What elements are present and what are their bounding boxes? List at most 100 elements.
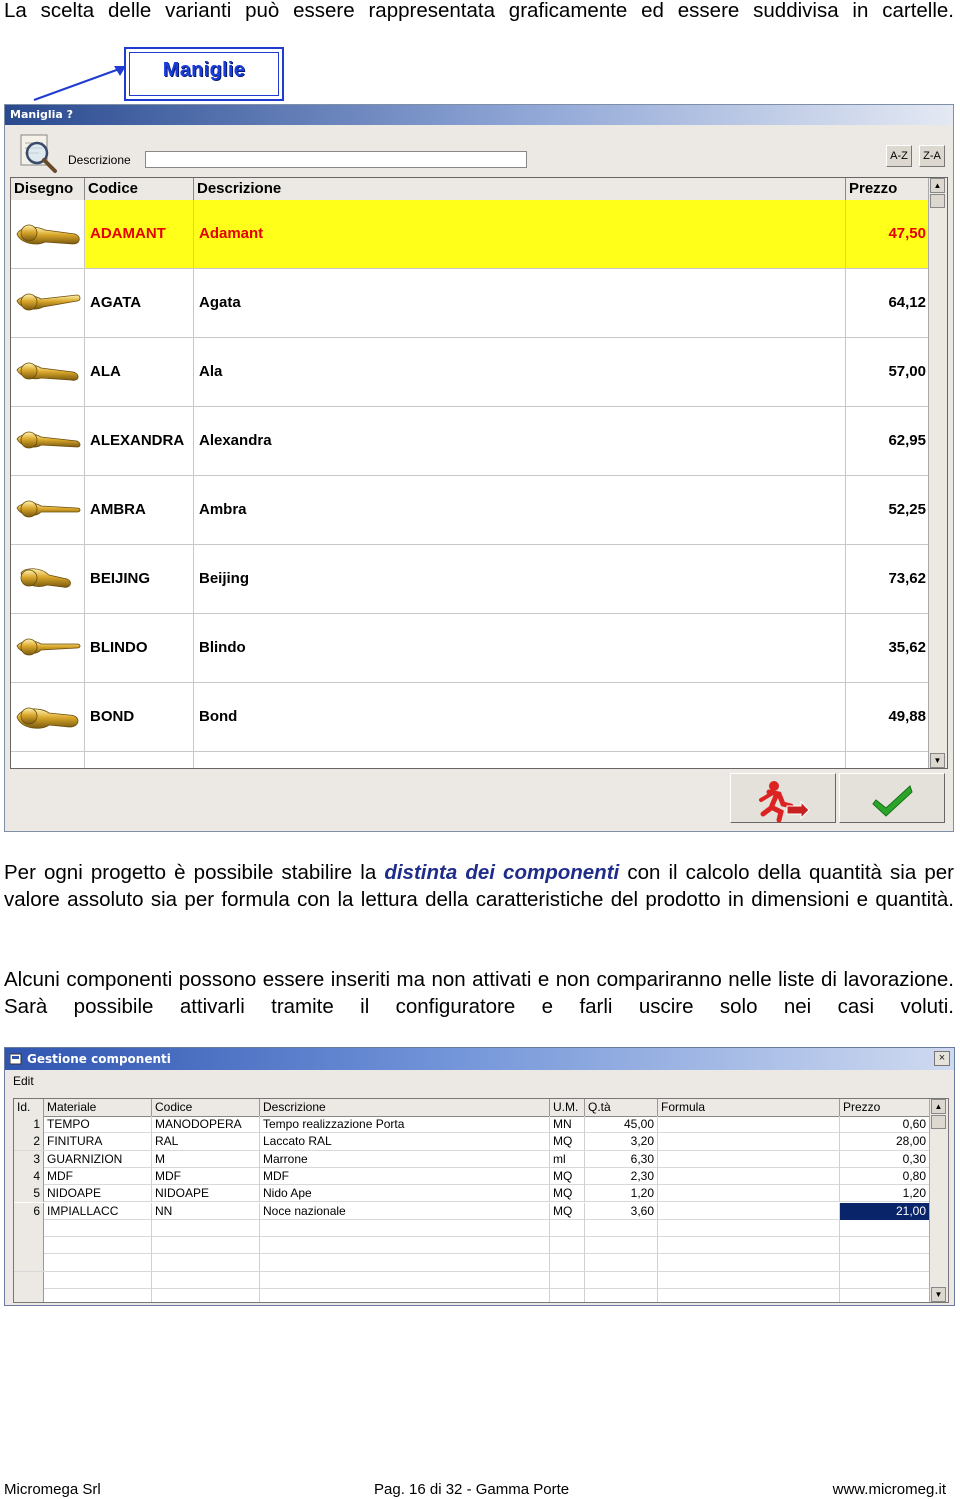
cell-descrizione: Nido Ape — [260, 1185, 550, 1203]
table-row[interactable]: 4 MDF MDF MDF MQ 2,30 0,80 — [14, 1167, 930, 1186]
cell-codice: MANODOPERA — [152, 1116, 260, 1133]
scroll-up-icon[interactable]: ▲ — [931, 1099, 946, 1114]
cell-descrizione: Tempo realizzazione Porta — [260, 1116, 550, 1133]
table-row[interactable]: 6 IMPIALLACC NN Noce nazionale MQ 3,60 21,00 — [14, 1202, 930, 1220]
paragraph-distinta: Per ogni progetto è possibile stabilire … — [4, 859, 954, 940]
cell-qta: 6,30 — [585, 1150, 658, 1168]
sort-az-button[interactable]: A-Z — [886, 145, 912, 167]
cell-descrizione: Laccato RAL — [260, 1133, 550, 1151]
cell-qta: 3,20 — [585, 1133, 658, 1151]
handle-image — [11, 407, 85, 475]
cell-qta: 2,30 — [585, 1167, 658, 1185]
cell-um — [550, 1289, 585, 1302]
sort-za-button[interactable]: Z-A — [919, 145, 945, 167]
footer-page: Pag. 16 di 32 - Gamma Porte — [374, 1481, 570, 1498]
cell-um: MQ — [550, 1167, 585, 1185]
col-disegno[interactable]: Disegno — [11, 178, 85, 200]
cell-codice: BLINDO — [85, 614, 194, 682]
table-row[interactable]: 5 NIDOAPE NIDOAPE Nido Ape MQ 1,20 1,20 — [14, 1185, 930, 1203]
col-descrizione[interactable]: Descrizione — [260, 1099, 550, 1116]
cell-prezzo: 73,62 — [888, 570, 926, 587]
handle-image — [11, 683, 85, 751]
scroll-up-icon[interactable]: ▲ — [930, 178, 945, 193]
col-codice[interactable]: Codice — [152, 1099, 260, 1116]
cell-materiale: NIDOAPE — [44, 1185, 152, 1203]
empty-row — [14, 1219, 930, 1238]
cell-materiale: GUARNIZION — [44, 1150, 152, 1168]
scroll-thumb[interactable] — [931, 1115, 946, 1129]
scroll-down-icon[interactable]: ▼ — [931, 1287, 946, 1302]
col-formula[interactable]: Formula — [658, 1099, 840, 1116]
col-qta[interactable]: Q.tà — [585, 1099, 658, 1116]
table-row[interactable]: 3 GUARNIZION M Marrone ml 6,30 0,30 — [14, 1150, 930, 1168]
callout-arrow — [33, 66, 126, 101]
handle-image — [11, 614, 85, 682]
description-label: Descrizione — [68, 153, 131, 167]
col-id[interactable]: Id. — [14, 1099, 44, 1116]
scroll-down-icon[interactable]: ▼ — [930, 753, 945, 768]
col-prezzo[interactable]: Prezzo — [846, 178, 929, 200]
cell-descrizione — [260, 1271, 550, 1289]
cell-formula — [658, 1271, 840, 1289]
cell-materiale: FINITURA — [44, 1133, 152, 1151]
cell-codice — [152, 1289, 260, 1302]
cell-descrizione: Ambra — [194, 476, 846, 544]
handle-image — [11, 200, 85, 268]
cell-descrizione: Noce nazionale — [260, 1202, 550, 1220]
cell-codice: AMBRA — [85, 476, 194, 544]
empty-row — [14, 1271, 930, 1289]
cell-um — [550, 1254, 585, 1272]
exit-button[interactable] — [730, 773, 836, 823]
table-row[interactable]: AGATA Agata 64,12 — [11, 269, 929, 338]
col-um[interactable]: U.M. — [550, 1099, 585, 1116]
col-codice[interactable]: Codice — [85, 178, 194, 200]
maniglia-grid: Disegno Codice Descrizione Prezzo ADAMAN… — [10, 177, 948, 769]
table-row[interactable]: BLINDO Blindo 35,62 — [11, 614, 929, 683]
scroll-thumb[interactable] — [930, 194, 945, 208]
table-row[interactable]: BOND Bond 49,88 — [11, 683, 929, 752]
confirm-button[interactable] — [839, 773, 945, 823]
cell-id: 4 — [14, 1167, 44, 1185]
table-row[interactable]: ALEXANDRA Alexandra 62,95 — [11, 407, 929, 476]
table-row[interactable]: ALA Ala 57,00 — [11, 338, 929, 407]
cell-prezzo: 35,62 — [888, 639, 926, 656]
table-row[interactable]: ADAMANT Adamant 47,50 — [11, 200, 929, 269]
handle-image — [11, 338, 85, 406]
cell-prezzo — [840, 1289, 930, 1302]
cell-qta: 1,20 — [585, 1185, 658, 1203]
vertical-scrollbar[interactable]: ▲ ▼ — [929, 1099, 948, 1302]
cell-codice: BOND — [85, 683, 194, 751]
cell-id: 5 — [14, 1185, 44, 1203]
table-row[interactable]: BEIJING Beijing 73,62 — [11, 545, 929, 614]
paragraph-distinta-before: Per ogni progetto è possibile stabilire … — [4, 861, 385, 884]
grid-header: Id. Materiale Codice Descrizione U.M. Q.… — [14, 1099, 930, 1117]
col-descrizione[interactable]: Descrizione — [194, 178, 846, 200]
menu-edit[interactable]: Edit — [13, 1074, 34, 1088]
table-row[interactable]: 1 TEMPO MANODOPERA Tempo realizzazione Port… — [14, 1116, 930, 1134]
cell-descrizione: Alexandra — [194, 407, 846, 475]
cell-descrizione: Bond — [194, 683, 846, 751]
cell-materiale: MDF — [44, 1167, 152, 1185]
grid-header: Disegno Codice Descrizione Prezzo — [11, 178, 929, 201]
checkmark-icon — [872, 785, 913, 817]
cell-materiale — [44, 1219, 152, 1237]
cell-materiale: TEMPO — [44, 1116, 152, 1133]
cell-codice — [152, 1237, 260, 1255]
cell-um: MQ — [550, 1133, 585, 1151]
cell-materiale — [44, 1237, 152, 1255]
table-row[interactable]: 2 FINITURA RAL Laccato RAL MQ 3,20 28,00 — [14, 1133, 930, 1151]
cell-materiale — [44, 1254, 152, 1272]
col-materiale[interactable]: Materiale — [44, 1099, 152, 1116]
cell-id — [14, 1254, 44, 1272]
cell-formula — [658, 1254, 840, 1272]
cell-id: 1 — [14, 1116, 44, 1133]
description-input[interactable] — [145, 151, 527, 168]
close-icon[interactable]: × — [934, 1051, 950, 1066]
cell-um: MN — [550, 1116, 585, 1133]
col-prezzo[interactable]: Prezzo — [840, 1099, 930, 1116]
vertical-scrollbar[interactable]: ▲ ▼ — [928, 178, 947, 768]
cell-descrizione: Blindo — [194, 614, 846, 682]
table-row[interactable]: AMBRA Ambra 52,25 — [11, 476, 929, 545]
empty-row — [14, 1237, 930, 1255]
cell-codice: ALA — [85, 338, 194, 406]
